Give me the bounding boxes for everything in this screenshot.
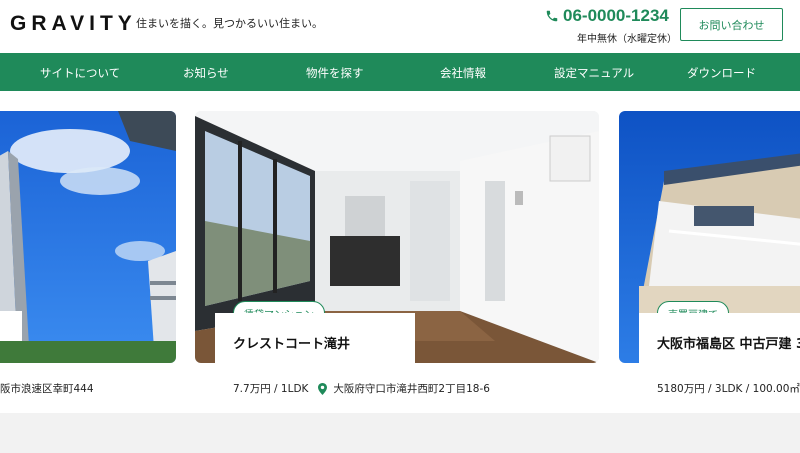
nav-item-news[interactable]: お知らせ <box>183 65 229 81</box>
property-title: 大阪市福島区 中古戸建 3 <box>639 313 800 363</box>
property-card[interactable]: 賃貸マンション クレストコート滝井 <box>195 111 599 363</box>
card-info: 5180万円 / 3LDK / 100.00㎡ <box>657 381 800 396</box>
property-image <box>0 111 176 363</box>
card-price: 7.7万円 / 1LDK <box>233 383 309 395</box>
property-title: クレストコート滝井 <box>215 313 415 363</box>
property-card[interactable] <box>0 111 176 363</box>
site-header: GRAVITY 住まいを描く。見つかるいい住まい。 06-0000-1234 年… <box>0 0 800 53</box>
card-price: 5180万円 / 3LDK / 100.00㎡ <box>657 383 800 395</box>
nav-item-search[interactable]: 物件を探す <box>306 65 364 81</box>
site-logo[interactable]: GRAVITY <box>10 12 137 36</box>
property-card[interactable]: 売買戸建て 大阪市福島区 中古戸建 3 <box>619 111 800 363</box>
nav-item-download[interactable]: ダウンロード <box>687 65 756 81</box>
nav-item-about[interactable]: サイトについて <box>40 65 120 81</box>
business-hours: 年中無休（水曜定休） <box>577 34 677 45</box>
nav-item-company[interactable]: 会社情報 <box>440 65 486 81</box>
location-pin-icon <box>318 382 328 395</box>
property-carousel: 阪市浪速区幸町444 クレストコート滝井 7.7万円 / 1LDK 大阪府守口市… <box>0 91 800 413</box>
section-divider <box>0 413 800 453</box>
card-info: 7.7万円 / 1LDK 大阪府守口市滝井西町2丁目18-6 <box>233 381 490 396</box>
site-tagline: 住まいを描く。見つかるいい住まい。 <box>136 17 323 30</box>
phone-block[interactable]: 06-0000-1234 <box>545 6 669 26</box>
contact-button[interactable]: お問い合わせ <box>680 8 783 41</box>
phone-number: 06-0000-1234 <box>563 6 669 25</box>
card-address: 大阪府守口市滝井西町2丁目18-6 <box>333 383 490 395</box>
card-price: 阪市浪速区幸町444 <box>0 383 94 395</box>
phone-icon <box>546 10 558 22</box>
card-info: 阪市浪速区幸町444 <box>0 381 94 396</box>
main-nav: サイトについて お知らせ 物件を探す 会社情報 設定マニュアル ダウンロード <box>0 53 800 91</box>
nav-item-manual[interactable]: 設定マニュアル <box>554 65 634 81</box>
